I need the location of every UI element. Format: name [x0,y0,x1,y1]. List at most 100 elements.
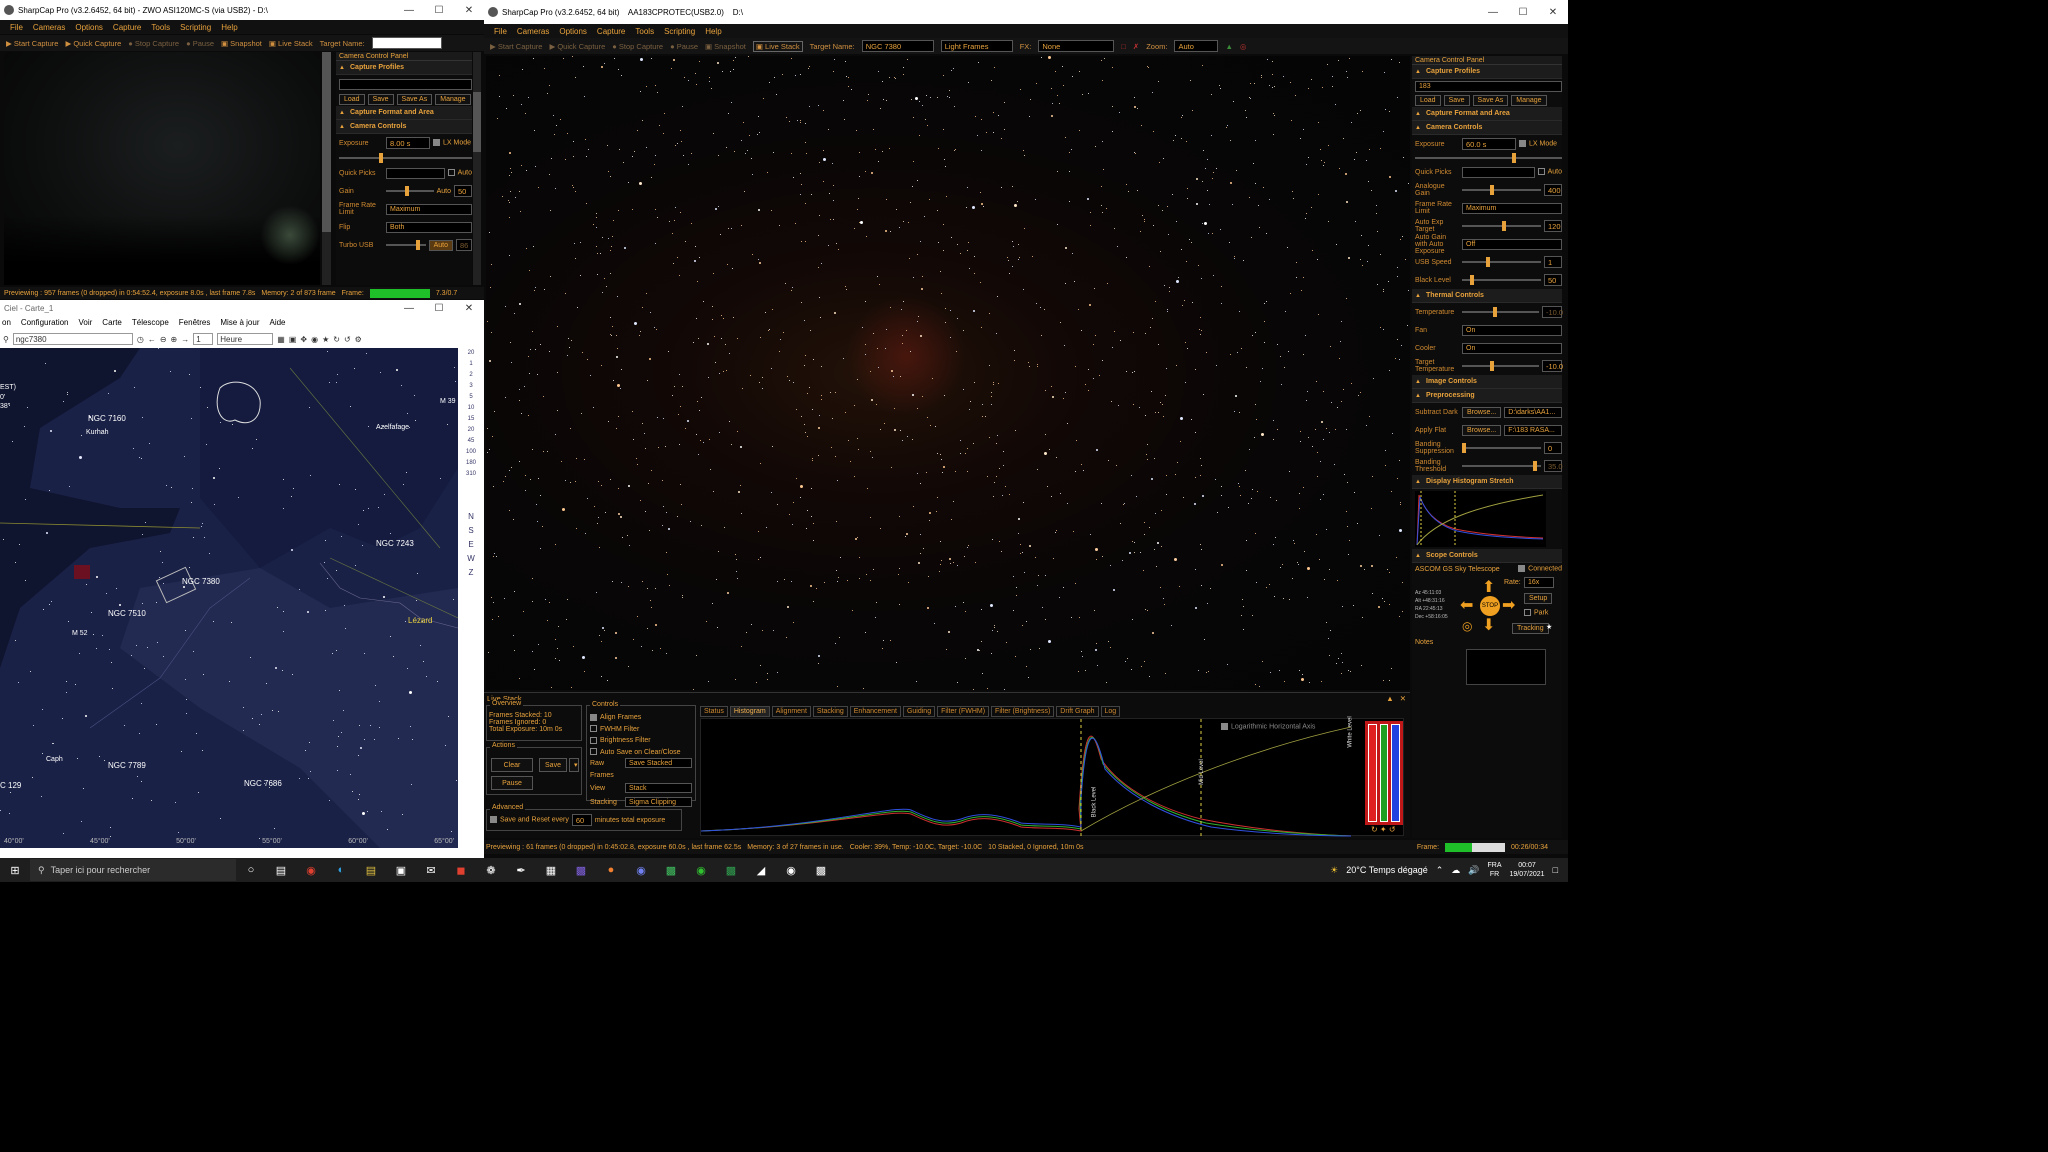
banding-suppression-slider[interactable] [1462,443,1541,453]
compass-z[interactable]: Z [469,568,474,577]
main-snapshot-button[interactable]: ▣ Snapshot [705,42,746,51]
minimize-button[interactable]: — [394,5,424,16]
tray-arrow-icon[interactable]: ⌃ [1436,865,1444,876]
autosave-checkbox[interactable]: Auto Save on Clear/Close [590,747,692,759]
view-select[interactable]: Stack [625,783,692,793]
telescope-icon[interactable]: ★ [322,335,329,344]
save-button[interactable]: Save [539,758,567,772]
tab-enhancement[interactable]: Enhancement [849,706,901,717]
frame-icon[interactable]: ▣ [289,335,297,344]
weather-icon[interactable]: ☀ [1330,865,1338,876]
profile-manage-button[interactable]: Manage [435,94,471,105]
cortana-icon[interactable]: ○ [239,860,263,880]
language-indicator[interactable]: FRA FR [1488,861,1502,879]
quick-picks-select[interactable] [386,167,445,179]
fan-select[interactable]: On [1462,324,1562,336]
firefox-icon[interactable]: ● [599,860,623,880]
section-capture-format[interactable]: Capture Format and Area [336,106,472,120]
main-stop-capture-button[interactable]: ● Stop Capture [612,42,663,51]
turbo-auto-button[interactable]: Auto [428,239,453,251]
right-section-histogram-stretch[interactable]: Display Histogram Stretch [1412,475,1562,489]
live-stack-button[interactable]: ▣ Live Stack [269,39,313,48]
side-number[interactable]: 15 [468,416,475,422]
start-capture-button[interactable]: ▶ Start Capture [6,39,58,48]
stacking-select[interactable]: Sigma Clipping [625,796,692,807]
tab-filter-fwhm[interactable]: Filter (FWHM) [937,706,990,717]
star-icon[interactable]: ★ [1546,623,1552,631]
main-menu-file[interactable]: File [494,27,507,36]
close-button[interactable]: ✕ [454,5,484,16]
main-menu-capture[interactable]: Capture [597,27,625,36]
clear-button[interactable]: Clear [491,758,533,772]
main-quick-capture-button[interactable]: ▶ Quick Capture [549,42,605,51]
gain-input[interactable]: 50 [454,185,472,197]
right-profile-select[interactable]: 183 [1415,80,1562,92]
exposure-input[interactable]: 8.00 s [386,137,430,149]
right-section-image-controls[interactable]: Image Controls [1412,375,1562,389]
quick-picks-auto[interactable]: Auto [447,169,472,177]
scope-left-icon[interactable]: ⬅ [1460,595,1473,615]
explorer-icon[interactable]: ▤ [359,860,383,880]
rgb-level-sliders[interactable] [1365,721,1403,825]
target-name-input[interactable] [371,37,442,49]
menu-capture[interactable]: Capture [113,23,141,32]
maximize-button[interactable]: ☐ [424,5,454,16]
right-section-camera-controls[interactable]: Camera Controls [1412,121,1562,135]
main-target-name-input[interactable]: NGC 7380 [861,40,934,52]
minutes-input[interactable]: 60 [571,814,592,826]
step-input[interactable]: 1 [193,333,214,345]
temperature-slider[interactable] [1462,307,1539,317]
auto-exp-target-slider[interactable] [1462,221,1541,231]
app-icon-f[interactable]: ▩ [719,860,743,880]
ciel-maximize-button[interactable]: ☐ [424,303,454,314]
right-quick-picks-select[interactable] [1462,166,1535,178]
banding-suppression-input[interactable]: 0 [1544,442,1562,454]
tab-histogram[interactable]: Histogram [729,706,770,717]
sky-map[interactable]: NGC 7160 Kurhah Azelfafage M 39 NGC 7243… [0,348,458,848]
menu-options[interactable]: Options [75,23,103,32]
app-icon-a[interactable]: ❁ [479,860,503,880]
app-icon-g[interactable]: ◢ [749,860,773,880]
app-icon-c[interactable]: ▩ [569,860,593,880]
ciel-menu-fenetres[interactable]: Fenêtres [179,318,211,330]
right-section-capture-profiles[interactable]: Capture Profiles [1412,65,1562,79]
side-number[interactable]: 20 [468,427,475,433]
back-icon[interactable]: ← [148,335,156,344]
section-camera-controls[interactable]: Camera Controls [336,120,472,134]
auto-exp-target-input[interactable]: 120 [1544,220,1562,232]
compass-w[interactable]: W [467,554,475,563]
stack-histogram[interactable]: Logarithmic Horizontal Axis Black Level … [700,716,1404,837]
scope-right-icon[interactable]: ➡ [1502,595,1515,615]
weather-text[interactable]: 20°C Temps dégagé [1346,865,1428,875]
target-temperature-input[interactable]: -10.0 [1542,360,1563,372]
tracking-button[interactable]: Tracking [1512,623,1549,634]
rotate-icon[interactable]: ↺ [344,335,351,344]
sharpcap-icon[interactable]: ◉ [779,860,803,880]
side-number[interactable]: 45 [468,438,475,444]
scope-setup-button[interactable]: Setup [1524,593,1553,604]
scope-rate-select[interactable]: 16x [1524,577,1554,588]
app-icon-b[interactable]: ✒ [509,860,533,880]
profile-saveas-button[interactable]: Save As [396,94,433,105]
gain-auto[interactable]: Auto [437,188,451,195]
plus-icon[interactable]: ⊕ [171,335,178,344]
main-menu-cameras[interactable]: Cameras [517,27,549,36]
profile-select[interactable] [339,78,472,90]
ciel-search-input[interactable]: ngc7380 [12,333,133,345]
edge-icon[interactable]: ◐ [329,860,353,880]
forward-icon[interactable]: → [181,335,189,344]
pause-button[interactable]: ● Pause [186,39,214,48]
right-section-thermal[interactable]: Thermal Controls [1412,289,1562,303]
green-level-slider[interactable] [1379,724,1389,822]
chrome-icon[interactable]: ◉ [299,860,323,880]
ciel-menu-configuration[interactable]: Configuration [21,318,69,330]
raw-frames-select[interactable]: Save Stacked [625,758,692,768]
volume-icon[interactable]: 🔊 [1468,865,1479,876]
main-close-button[interactable]: ✕ [1538,7,1568,18]
left-panel-scrollbar[interactable] [473,52,481,285]
side-number[interactable]: 310 [466,471,476,477]
pause-stack-button[interactable]: Pause [491,776,533,790]
display-histogram[interactable] [1415,491,1546,547]
main-menu-help[interactable]: Help [705,27,721,36]
record-icon[interactable]: □ [1121,42,1126,51]
